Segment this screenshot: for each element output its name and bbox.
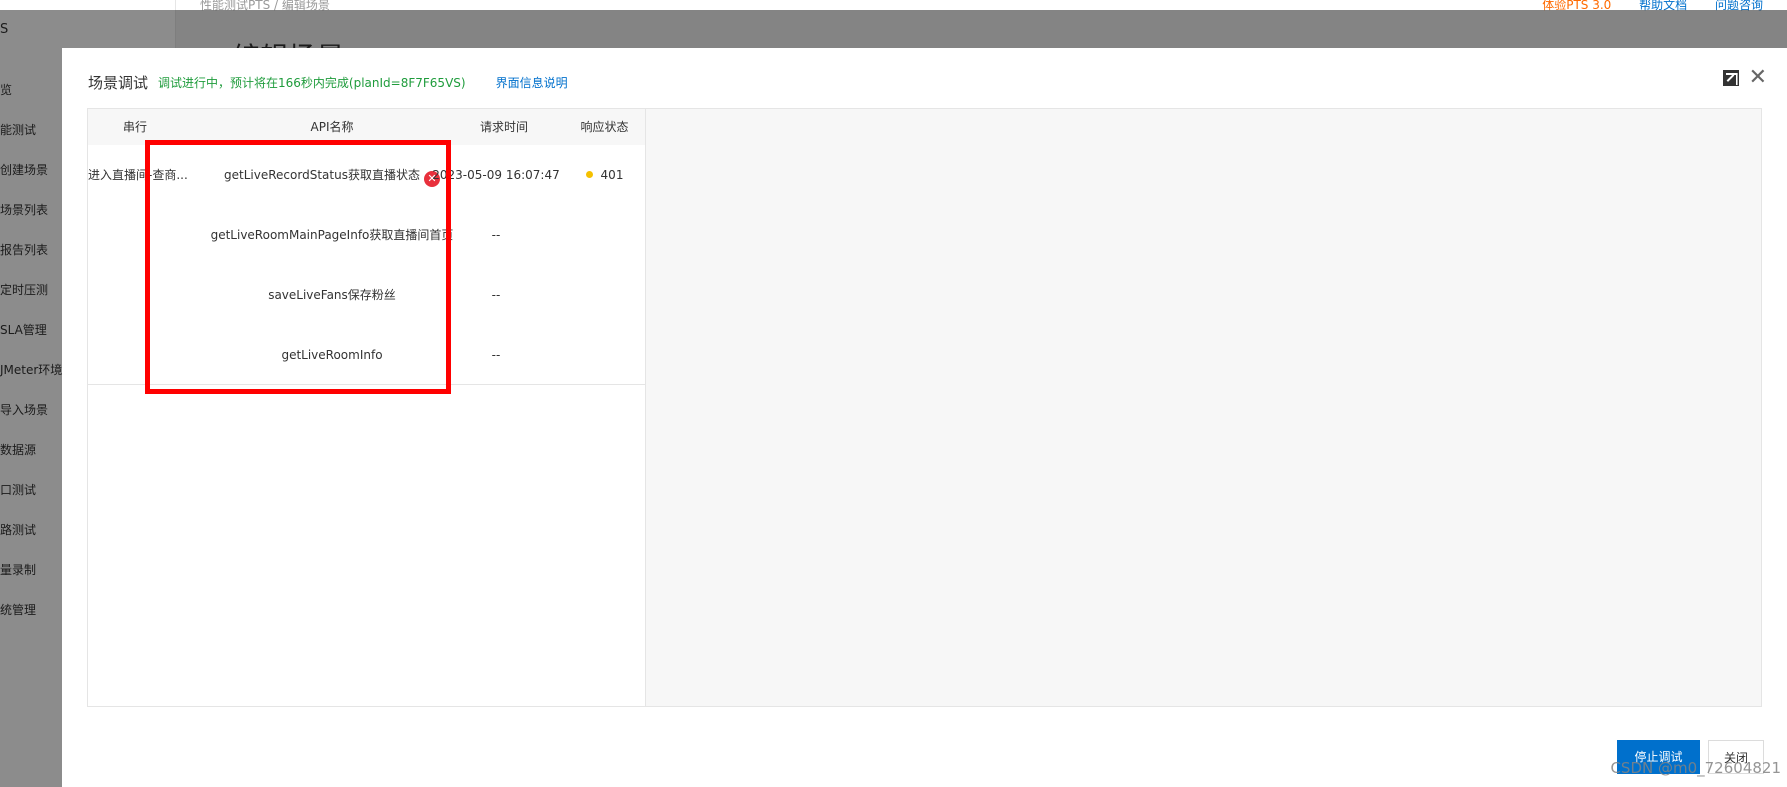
table-body: 进入直播间-查商... getLiveRecordStatus获取直播状态 ✕ 2…	[88, 145, 645, 385]
request-time: --	[491, 348, 501, 362]
watermark: CSDN @m0_72604821	[1610, 759, 1781, 777]
debug-status-text: 调试进行中，预计将在166秒内完成(planId=8F7F65VS)	[158, 75, 466, 90]
column-header-response: 响应状态	[580, 120, 629, 134]
table-header: 串行 API名称 请求时间 响应状态	[88, 109, 645, 145]
table-row[interactable]: getLiveRoomInfo --	[88, 325, 645, 385]
detail-panel	[646, 108, 1762, 707]
interface-info-link[interactable]: 界面信息说明	[496, 74, 568, 91]
response-status: 401	[600, 168, 624, 182]
close-icon[interactable]: ✕	[1749, 67, 1767, 89]
column-header-api: API名称	[310, 120, 354, 134]
api-name: getLiveRecordStatus获取直播状态	[224, 168, 420, 182]
api-list-panel: 串行 API名称 请求时间 响应状态 进入直播间-查商... getLiveRe…	[87, 108, 646, 707]
warning-dot-icon	[585, 171, 593, 178]
fullscreen-icon[interactable]	[1722, 70, 1739, 86]
scene-debug-modal: 场景调试 调试进行中，预计将在166秒内完成(planId=8F7F65VS) …	[62, 48, 1787, 787]
serial-chain-name: 进入直播间-查商...	[88, 168, 188, 182]
request-time: 2023-05-09 16:07:47	[432, 168, 560, 182]
modal-title: 场景调试	[88, 73, 149, 92]
request-time: --	[491, 288, 501, 302]
column-header-serial: 串行	[122, 120, 147, 134]
modal-header-icons: ✕	[1722, 67, 1767, 89]
table-row[interactable]: 进入直播间-查商... getLiveRecordStatus获取直播状态 ✕ 2…	[88, 145, 645, 205]
column-header-time: 请求时间	[479, 120, 528, 134]
request-time: --	[491, 228, 501, 242]
response-status-cell: 401	[564, 145, 645, 205]
modal-header: 场景调试 调试进行中，预计将在166秒内完成(planId=8F7F65VS) …	[88, 70, 568, 94]
table-row[interactable]: saveLiveFans保存粉丝 --	[88, 265, 645, 325]
table-row[interactable]: getLiveRoomMainPageInfo获取直播间首页 --	[88, 205, 645, 265]
